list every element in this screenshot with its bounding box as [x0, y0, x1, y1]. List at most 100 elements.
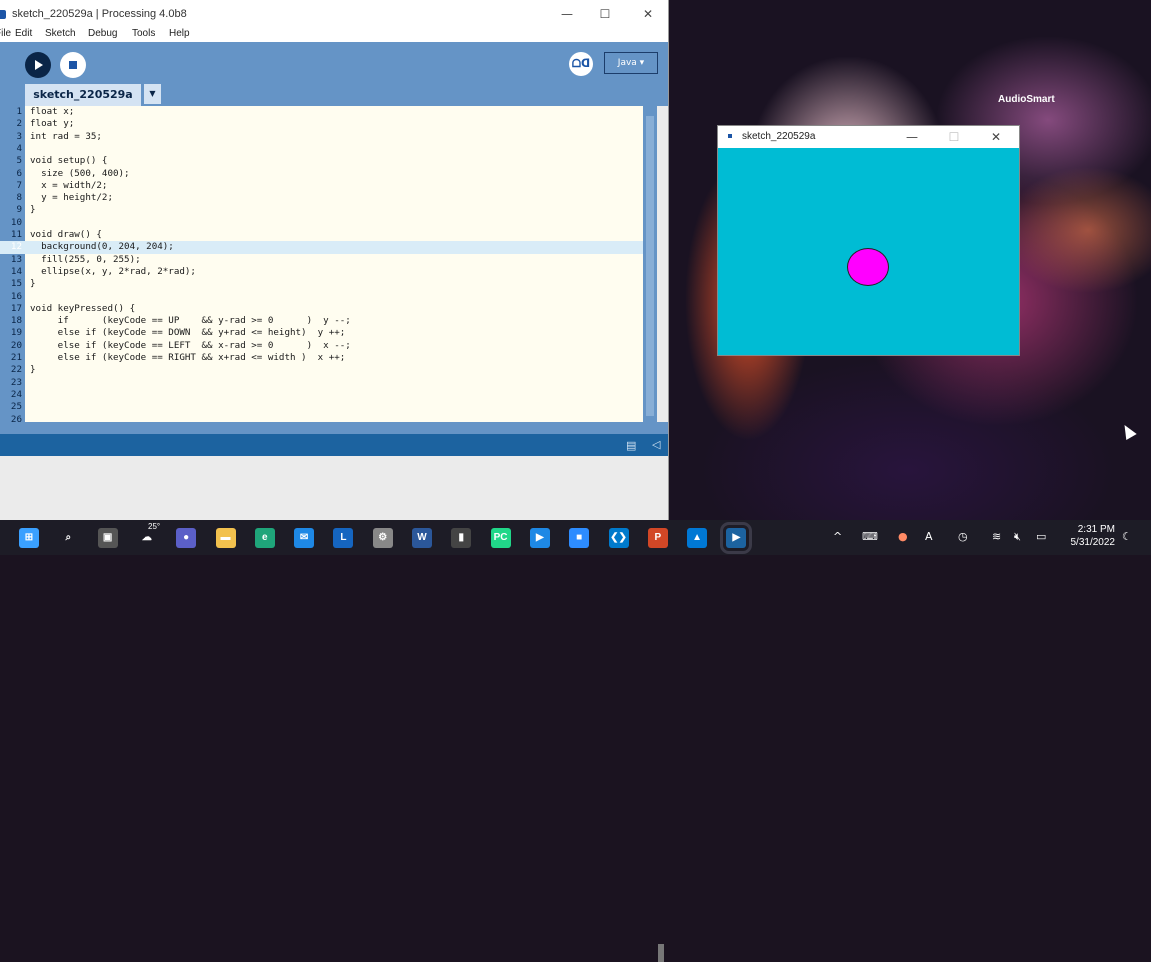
menu-file[interactable]: File — [0, 28, 11, 39]
weather-icon[interactable]: ☁ — [137, 528, 157, 548]
menu-sketch[interactable]: Sketch — [45, 28, 76, 39]
console-area[interactable] — [0, 456, 668, 962]
battery-icon[interactable]: ▭ — [1036, 530, 1046, 543]
status-bar: ▤ ◁ — [0, 434, 668, 456]
maximize-icon[interactable]: ☐ — [597, 6, 613, 22]
code-line[interactable]: 1 float x; — [0, 106, 643, 118]
code-line[interactable]: 4 — [0, 143, 643, 155]
line-number: 2 — [16, 118, 22, 130]
ide-titlebar[interactable]: sketch_220529a | Processing 4.0b8 — ☐ ✕ — [0, 0, 668, 28]
sketch-window-title: sketch_220529a — [742, 131, 816, 142]
collapse-console-icon[interactable]: ◁ — [652, 438, 660, 451]
l-app-icon[interactable]: L — [333, 528, 354, 548]
menu-edit[interactable]: Edit — [15, 28, 32, 39]
code-line[interactable]: 20 else if (keyCode == LEFT && x-rad >= … — [0, 340, 643, 352]
code-line[interactable]: 17 void keyPressed() { — [0, 303, 643, 315]
magenta-ellipse — [847, 248, 889, 286]
stop-button[interactable] — [60, 52, 86, 78]
file-explorer-icon[interactable]: ▬ — [215, 528, 236, 548]
mode-select[interactable]: Java ▾ — [604, 52, 658, 74]
code-line[interactable]: 23 — [0, 377, 643, 389]
code-text: } — [30, 364, 36, 376]
pycharm-icon[interactable]: PC — [490, 528, 511, 548]
close-icon[interactable]: ✕ — [988, 129, 1004, 145]
code-line[interactable]: 13 fill(255, 0, 255); — [0, 254, 643, 266]
notifications-icon[interactable]: ☾ — [1122, 530, 1132, 543]
menu-debug[interactable]: Debug — [88, 28, 117, 39]
keyboard-icon[interactable]: ⌨ — [862, 530, 878, 543]
sketch-canvas[interactable] — [718, 148, 1019, 355]
search-icon[interactable]: ⌕ — [58, 528, 78, 548]
code-line[interactable]: 8 y = height/2; — [0, 192, 643, 204]
tab-menu-chevron-down-icon[interactable]: ▼ — [144, 84, 161, 104]
code-line[interactable]: 3 int rad = 35; — [0, 131, 643, 143]
wifi-icon[interactable]: ≋ — [992, 530, 1001, 543]
code-line[interactable]: 22} — [0, 364, 643, 376]
code-line[interactable]: 16 — [0, 291, 643, 303]
code-text: float x; — [30, 106, 75, 117]
code-line[interactable]: 7 x = width/2; — [0, 180, 643, 192]
audiosmart-widget[interactable]: AudioSmart — [998, 94, 1055, 105]
media-icon[interactable]: ▶ — [529, 528, 550, 548]
code-line[interactable]: 19 else if (keyCode == DOWN && y+rad <= … — [0, 327, 643, 339]
code-editor[interactable]: 1 float x; 2 float y; 3 int rad = 35; 4 5 void s… — [0, 106, 643, 422]
settings-icon[interactable]: ⚙ — [372, 528, 393, 548]
word-icon[interactable]: W — [412, 528, 432, 548]
line-number: 5 — [16, 155, 22, 167]
processing-logo-icon — [0, 9, 6, 19]
zoom-icon[interactable]: ■ — [569, 528, 590, 548]
menu-help[interactable]: Help — [169, 28, 190, 39]
line-number: 15 — [10, 278, 22, 290]
processing-icon[interactable]: ▶ — [720, 522, 753, 554]
code-line[interactable]: 15} — [0, 278, 643, 290]
code-text: void draw() { — [30, 229, 102, 240]
clock-icon[interactable]: ◷ — [958, 530, 968, 543]
minimize-icon[interactable]: — — [559, 6, 575, 22]
code-line[interactable]: 18 if (keyCode == UP && y-rad >= 0 ) y -… — [0, 315, 643, 327]
code-line[interactable]: 10 — [0, 217, 643, 229]
tab-sketch[interactable]: sketch_220529a — [25, 84, 141, 106]
menu-tools[interactable]: Tools — [132, 28, 155, 39]
mute-icon[interactable]: 🔇︎ — [1014, 530, 1021, 544]
code-line[interactable]: 25 — [0, 401, 643, 413]
task-view-icon[interactable]: ▣ — [97, 528, 118, 548]
console-scrollbar-thumb[interactable] — [658, 944, 664, 962]
line-number: 4 — [16, 142, 22, 154]
console-icon[interactable]: ▤ — [626, 439, 636, 452]
processing-ide-window: sketch_220529a | Processing 4.0b8 — ☐ ✕ … — [0, 0, 669, 962]
chevron-up-icon[interactable]: ^ — [833, 530, 842, 543]
chat-icon[interactable]: ● — [176, 528, 197, 548]
processing-logo-icon — [728, 134, 732, 138]
vscode-icon[interactable]: ❮❯ — [608, 528, 629, 548]
clock[interactable]: 2:31 PM 5/31/2022 — [1065, 523, 1116, 549]
sketch-titlebar[interactable]: sketch_220529a — ☐ ✕ — [718, 126, 1019, 148]
code-line[interactable]: 11 void draw() { — [0, 229, 643, 241]
microphone-icon[interactable]: ● — [898, 530, 908, 543]
code-line[interactable]: 6 size (500, 400); — [0, 168, 643, 180]
code-line[interactable]: 14 ellipse(x, y, 2*rad, 2*rad); — [0, 266, 643, 278]
edge-icon[interactable]: e — [254, 528, 275, 548]
code-text: y = height/2; — [30, 192, 113, 204]
editor-bottom-divider[interactable] — [0, 422, 668, 434]
editor-scrollbar-thumb[interactable] — [646, 116, 654, 416]
code-line[interactable]: 21 else if (keyCode == RIGHT && x+rad <=… — [0, 352, 643, 364]
font-icon[interactable]: A — [925, 530, 933, 543]
line-number: 11 — [10, 229, 22, 240]
code-line[interactable]: 2 float y; — [0, 118, 643, 130]
line-number: 23 — [10, 376, 22, 388]
code-line[interactable]: 9} — [0, 204, 643, 216]
close-icon[interactable]: ✕ — [640, 6, 656, 22]
windows-start-icon[interactable]: ⊞ — [19, 528, 39, 548]
terminal-icon[interactable]: ▮ — [451, 528, 472, 548]
minimize-icon[interactable]: — — [904, 129, 920, 145]
code-line[interactable]: 12 background(0, 204, 204); — [0, 241, 643, 254]
mail-icon[interactable]: ✉ — [294, 528, 315, 548]
code-line[interactable]: 5 void setup() { — [0, 155, 643, 167]
line-number: 18 — [10, 315, 22, 327]
photos-icon[interactable]: ▲ — [687, 528, 708, 548]
code-line[interactable]: 24 — [0, 389, 643, 401]
run-button[interactable] — [25, 52, 51, 78]
code-line[interactable]: 26 — [0, 414, 643, 423]
powerpoint-icon[interactable]: P — [647, 528, 668, 548]
debug-button[interactable]: ᗝᗡ — [569, 52, 593, 76]
